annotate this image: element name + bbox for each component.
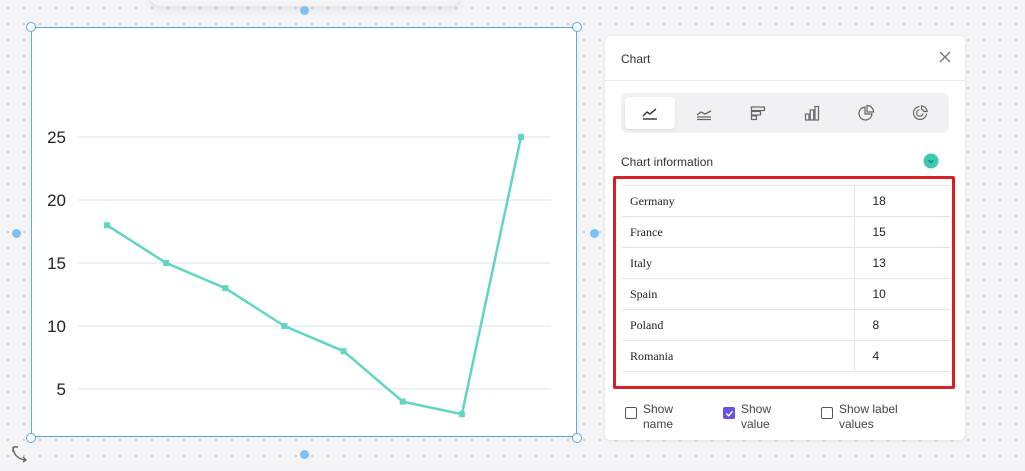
resize-handle-bottom-right[interactable]: [572, 433, 582, 443]
y-tick-label: 10: [47, 317, 66, 336]
resize-handle-bottom-left[interactable]: [26, 433, 36, 443]
country-value-cell[interactable]: 10: [854, 278, 950, 310]
chart-information-label: Chart information: [621, 155, 714, 169]
show-label-values-label-line2: values: [839, 417, 874, 431]
data-point[interactable]: [163, 260, 170, 266]
table-row: Spain 10: [622, 278, 950, 310]
resize-handle-right[interactable]: [590, 229, 599, 238]
data-point[interactable]: [104, 222, 110, 229]
panel-title: Chart: [621, 52, 651, 66]
chart-type-donut[interactable]: [895, 97, 945, 129]
country-value-cell[interactable]: 15: [854, 216, 950, 248]
series-line: [106, 136, 523, 416]
data-point[interactable]: [281, 323, 288, 329]
table-row: France 15: [622, 216, 950, 248]
table-row: Romania 4: [622, 340, 950, 372]
data-point[interactable]: [222, 285, 229, 292]
data-point[interactable]: [458, 411, 465, 418]
y-tick-label: 25: [47, 128, 66, 147]
checkmark-icon: [725, 410, 733, 417]
show-label-values-label-line1: Show label: [839, 402, 898, 416]
country-name-cell[interactable]: Romania: [622, 340, 855, 372]
country-value-cell[interactable]: 18: [854, 185, 950, 217]
show-value-option[interactable]: Show value: [723, 402, 771, 432]
show-name-label-line1: Show: [643, 402, 674, 416]
data-point[interactable]: [518, 134, 524, 140]
show-label-values-checkbox[interactable]: [821, 407, 833, 419]
chart-type-column[interactable]: [787, 97, 837, 129]
y-tick-label: 5: [57, 380, 66, 399]
country-name-cell[interactable]: Italy: [622, 247, 855, 279]
show-name-label-line2: name: [643, 417, 674, 431]
pie-chart-icon: [858, 104, 875, 121]
show-value-checkbox[interactable]: [723, 407, 735, 419]
show-value-label-line1: Show: [741, 402, 772, 416]
bar-chart-icon: [750, 106, 766, 121]
area-chart-icon: [696, 110, 712, 121]
chart-type-area[interactable]: [679, 97, 729, 129]
data-point[interactable]: [340, 348, 347, 355]
chart-type-bar[interactable]: [733, 97, 783, 129]
chevron-down-icon[interactable]: [923, 153, 939, 169]
chart-type-selector: [621, 93, 949, 133]
country-value-cell[interactable]: 4: [854, 340, 950, 372]
chart-type-pie[interactable]: [841, 97, 891, 129]
data-point[interactable]: [399, 398, 406, 405]
country-name-cell[interactable]: Germany: [622, 185, 855, 217]
country-name-cell[interactable]: Spain: [622, 278, 855, 310]
show-name-checkbox[interactable]: [625, 407, 637, 419]
show-value-label-line2: value: [741, 417, 770, 431]
resize-handle-top[interactable]: [300, 6, 309, 15]
chart-type-line[interactable]: [625, 97, 675, 129]
divider: [605, 80, 965, 81]
chart-data-table-highlight: Germany 18 France 15 Italy 13 Spain 10 Poland 8 Ro…: [613, 176, 955, 389]
resize-handle-top-left[interactable]: [26, 22, 36, 32]
chart-frame[interactable]: 0510152025: [31, 27, 577, 437]
resize-handle-top-right[interactable]: [572, 22, 582, 32]
table-row: Germany 18: [622, 185, 950, 217]
country-name-cell[interactable]: France: [622, 216, 855, 248]
donut-chart-icon: [912, 105, 928, 121]
resize-handle-left[interactable]: [12, 229, 21, 238]
chart-settings-panel: Chart Chart information Germany 18 Franc…: [605, 36, 965, 440]
country-value-cell[interactable]: 8: [854, 309, 950, 341]
line-chart: 0510152025: [47, 128, 551, 418]
column-chart-icon: [804, 105, 820, 121]
country-name-cell[interactable]: Poland: [622, 309, 855, 341]
country-value-cell[interactable]: 13: [854, 247, 950, 279]
y-tick-label: 15: [47, 254, 66, 273]
close-icon[interactable]: [937, 49, 953, 65]
chart-data-table: Germany 18 France 15 Italy 13 Spain 10 Poland 8 Ro…: [622, 185, 950, 372]
show-label-values-option[interactable]: Show label values: [821, 402, 898, 432]
table-row: Italy 13: [622, 247, 950, 279]
table-row: Poland 8: [622, 309, 950, 341]
y-tick-label: 20: [47, 191, 66, 210]
resize-handle-bottom[interactable]: [300, 450, 309, 459]
show-name-option[interactable]: Show name: [625, 402, 673, 432]
line-chart-icon: [642, 108, 657, 120]
rotate-icon[interactable]: [10, 444, 30, 464]
